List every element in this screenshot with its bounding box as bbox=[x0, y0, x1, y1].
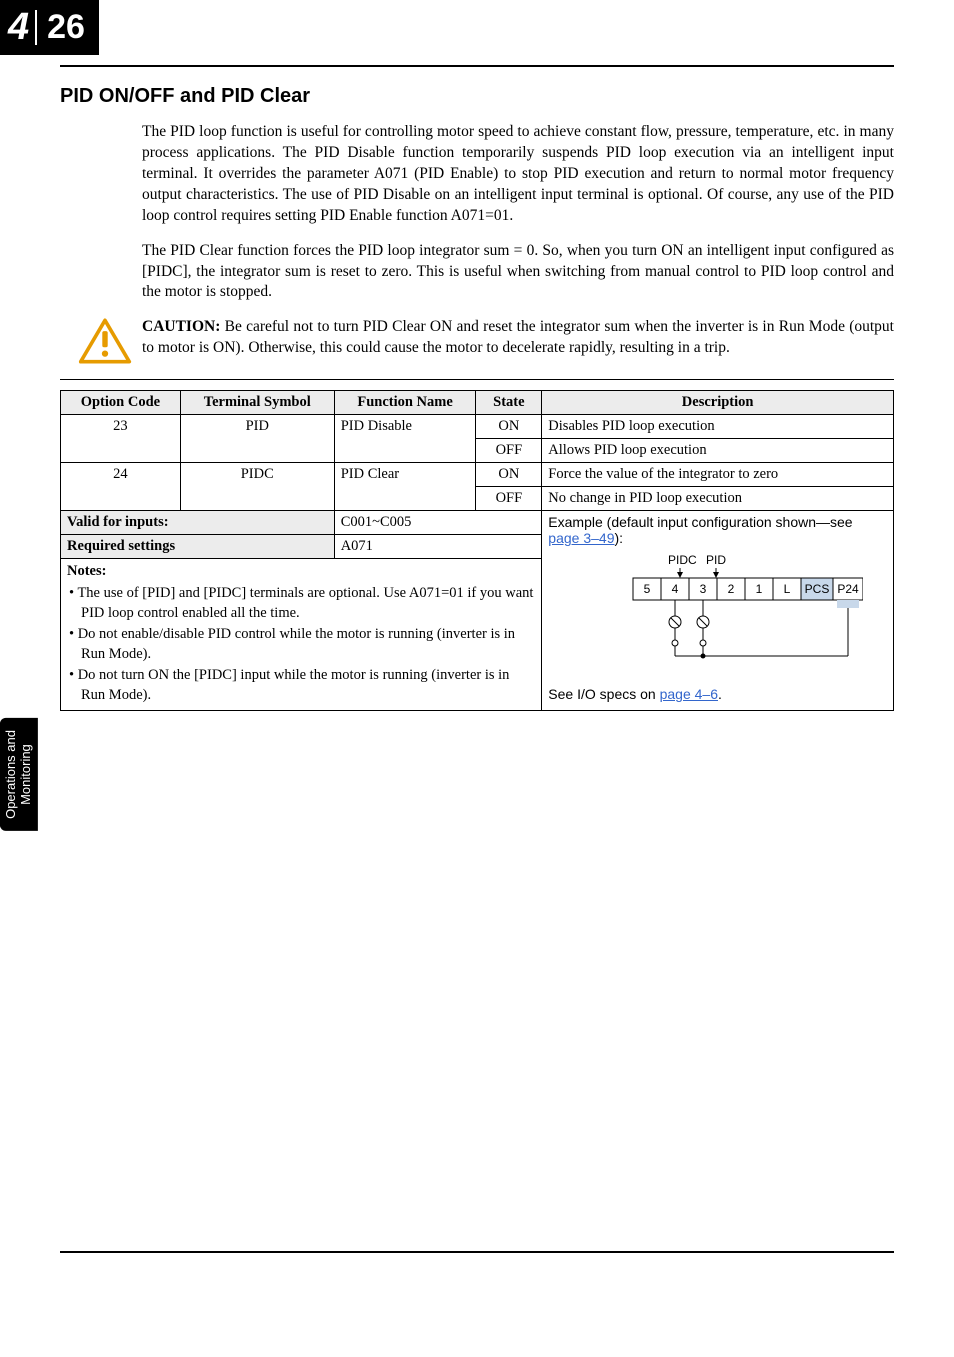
page-number-block: 4 26 bbox=[0, 0, 99, 55]
cell-terminal-symbol: PID bbox=[180, 415, 334, 463]
example-cell: Example (default input configuration sho… bbox=[542, 511, 894, 711]
iospec-after: . bbox=[718, 686, 722, 702]
iospec-link[interactable]: page 4–6 bbox=[660, 686, 718, 702]
footer-rule bbox=[60, 1251, 894, 1253]
note-item: • Do not enable/disable PID control whil… bbox=[69, 625, 535, 664]
svg-text:4: 4 bbox=[671, 582, 678, 596]
terminal-diagram: PIDC PID 5 4 bbox=[548, 552, 887, 672]
cell-description: Allows PID loop execution bbox=[542, 439, 894, 463]
header-function-name: Function Name bbox=[334, 391, 476, 415]
cell-description: Force the value of the integrator to zer… bbox=[542, 463, 894, 487]
required-settings-value: A071 bbox=[334, 535, 542, 559]
paragraph-2: The PID Clear function forces the PID lo… bbox=[142, 241, 894, 304]
example-link[interactable]: page 3–49 bbox=[548, 530, 614, 546]
header-terminal-symbol: Terminal Symbol bbox=[180, 391, 334, 415]
svg-text:3: 3 bbox=[699, 582, 706, 596]
table-header-row: Option Code Terminal Symbol Function Nam… bbox=[61, 391, 894, 415]
page-header: 4 26 bbox=[0, 0, 954, 55]
svg-text:L: L bbox=[783, 582, 790, 596]
svg-text:P24: P24 bbox=[837, 582, 859, 596]
caution-body: Be careful not to turn PID Clear ON and … bbox=[142, 318, 894, 356]
table-row: 24 PIDC PID Clear ON Force the value of … bbox=[61, 463, 894, 487]
caution-text: CAUTION: Be careful not to turn PID Clea… bbox=[142, 317, 894, 359]
cell-state: OFF bbox=[476, 439, 542, 463]
cell-function-name: PID Clear bbox=[334, 463, 476, 511]
note-item: • The use of [PID] and [PIDC] terminals … bbox=[69, 584, 535, 623]
cell-terminal-symbol: PIDC bbox=[180, 463, 334, 511]
side-tab: Operations andMonitoring bbox=[0, 718, 38, 831]
section-title: PID ON/OFF and PID Clear bbox=[60, 85, 894, 108]
required-settings-label: Required settings bbox=[61, 535, 335, 559]
header-state: State bbox=[476, 391, 542, 415]
cell-option-code: 23 bbox=[61, 415, 181, 463]
header-option-code: Option Code bbox=[61, 391, 181, 415]
caution-triangle-icon bbox=[78, 317, 132, 365]
cell-state: OFF bbox=[476, 487, 542, 511]
cell-function-name: PID Disable bbox=[334, 415, 476, 463]
svg-text:5: 5 bbox=[643, 582, 650, 596]
header-rule bbox=[60, 65, 894, 67]
diagram-label-pidc: PIDC bbox=[668, 553, 697, 567]
valid-inputs-value: C001~C005 bbox=[334, 511, 542, 535]
note-item: • Do not turn ON the [PIDC] input while … bbox=[69, 666, 535, 705]
cell-state: ON bbox=[476, 415, 542, 439]
iospec-label: See I/O specs on bbox=[548, 686, 659, 702]
svg-text:PCS: PCS bbox=[804, 582, 829, 596]
paragraph-1: The PID loop function is useful for cont… bbox=[142, 122, 894, 227]
cell-description: No change in PID loop execution bbox=[542, 487, 894, 511]
table-row: Valid for inputs: C001~C005 Example (def… bbox=[61, 511, 894, 535]
cell-state: ON bbox=[476, 463, 542, 487]
caution-block: CAUTION: Be careful not to turn PID Clea… bbox=[142, 317, 894, 365]
page-separator bbox=[35, 10, 37, 45]
caution-rule bbox=[60, 379, 894, 380]
svg-text:1: 1 bbox=[755, 582, 762, 596]
notes-cell: Notes: • The use of [PID] and [PIDC] ter… bbox=[61, 559, 542, 711]
valid-inputs-label: Valid for inputs: bbox=[61, 511, 335, 535]
spec-table: Option Code Terminal Symbol Function Nam… bbox=[60, 390, 894, 711]
example-after: ): bbox=[614, 530, 623, 546]
example-label: Example (default input configuration sho… bbox=[548, 514, 852, 530]
table-row: 23 PID PID Disable ON Disables PID loop … bbox=[61, 415, 894, 439]
cell-option-code: 24 bbox=[61, 463, 181, 511]
page-number: 26 bbox=[39, 8, 85, 47]
chapter-number: 4 bbox=[8, 6, 33, 49]
caution-label: CAUTION: bbox=[142, 318, 220, 335]
cell-description: Disables PID loop execution bbox=[542, 415, 894, 439]
diagram-label-pid: PID bbox=[706, 553, 726, 567]
notes-title: Notes: bbox=[67, 563, 106, 579]
svg-text:2: 2 bbox=[727, 582, 734, 596]
header-description: Description bbox=[542, 391, 894, 415]
